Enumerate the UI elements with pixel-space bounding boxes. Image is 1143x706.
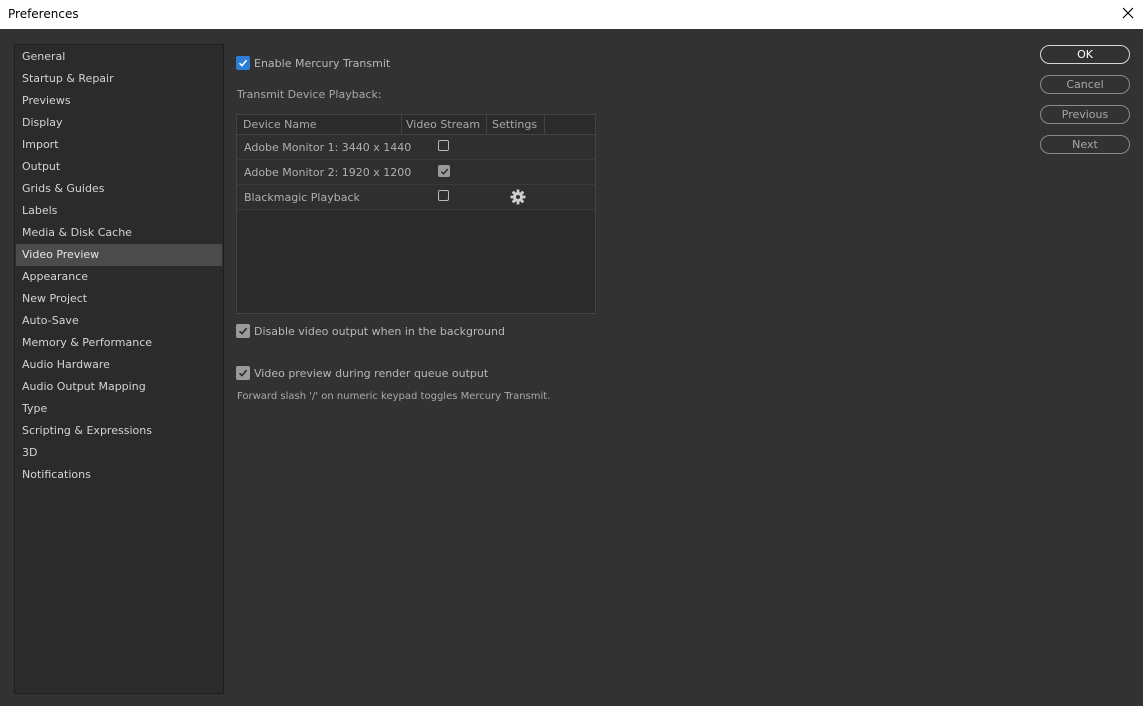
- sidebar-item-previews[interactable]: Previews: [16, 90, 222, 112]
- device-settings-button[interactable]: [509, 188, 527, 206]
- checkbox-checked-icon: [236, 366, 250, 380]
- checkbox-checked-icon: [438, 165, 450, 177]
- ok-button[interactable]: OK: [1040, 45, 1130, 64]
- column-header-device-name[interactable]: Device Name: [243, 118, 317, 131]
- keyboard-hint-text: Forward slash '/' on numeric keypad togg…: [237, 391, 551, 402]
- sidebar-item-startup-repair[interactable]: Startup & Repair: [16, 68, 222, 90]
- sidebar-item-general[interactable]: General: [16, 46, 222, 68]
- sidebar-item-media-disk-cache[interactable]: Media & Disk Cache: [16, 222, 222, 244]
- device-name-cell: Adobe Monitor 2: 1920 x 1200: [244, 166, 412, 179]
- transmit-device-table: Device Name Video Stream Settings Adobe …: [236, 114, 596, 314]
- disable-background-output-checkbox[interactable]: Disable video output when in the backgro…: [236, 324, 505, 338]
- sidebar-item-type[interactable]: Type: [16, 398, 222, 420]
- column-header-settings[interactable]: Settings: [492, 118, 537, 131]
- sidebar-item-display[interactable]: Display: [16, 112, 222, 134]
- video-stream-checkbox[interactable]: [438, 190, 453, 204]
- sidebar-item-video-preview[interactable]: Video Preview: [16, 244, 222, 266]
- video-stream-checkbox[interactable]: [438, 165, 454, 179]
- sidebar-item-audio-hardware[interactable]: Audio Hardware: [16, 354, 222, 376]
- preferences-category-list: General Startup & Repair Previews Display Im…: [14, 44, 224, 694]
- cancel-button[interactable]: Cancel: [1040, 75, 1130, 94]
- sidebar-item-scripting-expressions[interactable]: Scripting & Expressions: [16, 420, 222, 442]
- checkbox-unchecked-icon: [438, 190, 449, 201]
- disable-background-output-label: Disable video output when in the backgro…: [254, 324, 505, 338]
- column-divider: [544, 115, 545, 135]
- column-divider: [401, 115, 402, 135]
- enable-mercury-transmit-checkbox[interactable]: Enable Mercury Transmit: [236, 56, 390, 70]
- table-header: Device Name Video Stream Settings: [237, 115, 595, 135]
- sidebar-item-output[interactable]: Output: [16, 156, 222, 178]
- title-bar: Preferences: [0, 0, 1143, 29]
- sidebar-item-grids-guides[interactable]: Grids & Guides: [16, 178, 222, 200]
- device-name-cell: Blackmagic Playback: [244, 191, 360, 204]
- previous-button[interactable]: Previous: [1040, 105, 1130, 124]
- sidebar-item-new-project[interactable]: New Project: [16, 288, 222, 310]
- table-row[interactable]: Adobe Monitor 1: 3440 x 1440: [237, 135, 595, 160]
- video-stream-checkbox[interactable]: [438, 140, 453, 154]
- sidebar-item-notifications[interactable]: Notifications: [16, 464, 222, 486]
- checkbox-checked-icon: [236, 324, 250, 338]
- sidebar-item-appearance[interactable]: Appearance: [16, 266, 222, 288]
- window-title: Preferences: [8, 7, 79, 21]
- render-queue-preview-checkbox[interactable]: Video preview during render queue output: [236, 366, 488, 380]
- sidebar-item-import[interactable]: Import: [16, 134, 222, 156]
- gear-icon: [510, 189, 526, 205]
- device-name-cell: Adobe Monitor 1: 3440 x 1440: [244, 141, 412, 154]
- column-header-video-stream[interactable]: Video Stream: [406, 118, 480, 131]
- sidebar-item-auto-save[interactable]: Auto-Save: [16, 310, 222, 332]
- sidebar-item-3d[interactable]: 3D: [16, 442, 222, 464]
- sidebar-item-memory-performance[interactable]: Memory & Performance: [16, 332, 222, 354]
- checkbox-unchecked-icon: [438, 140, 449, 151]
- enable-mercury-transmit-label: Enable Mercury Transmit: [254, 56, 391, 70]
- checkbox-checked-icon: [236, 56, 250, 70]
- table-row[interactable]: Blackmagic Playback: [237, 185, 595, 210]
- close-button[interactable]: [1117, 2, 1139, 24]
- column-divider: [486, 115, 487, 135]
- sidebar-item-labels[interactable]: Labels: [16, 200, 222, 222]
- sidebar-item-audio-output-mapping[interactable]: Audio Output Mapping: [16, 376, 222, 398]
- transmit-device-heading: Transmit Device Playback:: [237, 88, 382, 101]
- close-icon: [1122, 7, 1134, 19]
- table-row[interactable]: Adobe Monitor 2: 1920 x 1200: [237, 160, 595, 185]
- next-button[interactable]: Next: [1040, 135, 1130, 154]
- render-queue-preview-label: Video preview during render queue output: [254, 366, 489, 380]
